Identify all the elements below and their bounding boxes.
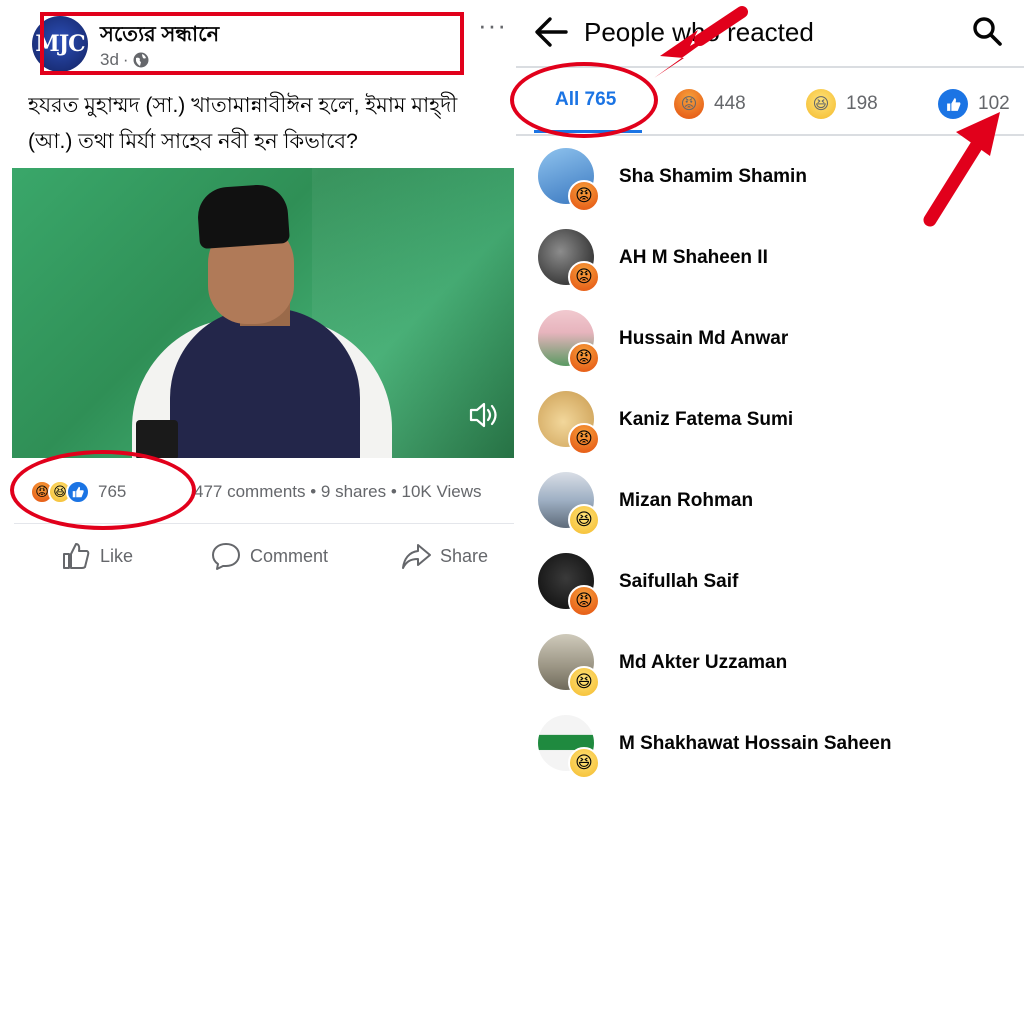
haha-icon: 😆	[568, 666, 600, 698]
divider	[516, 134, 1024, 136]
tab-haha[interactable]: 😆 198	[806, 89, 878, 119]
person-name[interactable]: M Shakhawat Hossain Saheen	[619, 733, 891, 755]
dialog-title: People who reacted	[584, 17, 814, 47]
person-name[interactable]: Mizan Rohman	[619, 490, 753, 512]
reactions-summary[interactable]: 😡 😆 765	[30, 480, 126, 504]
share-label: Share	[440, 545, 489, 566]
share-button[interactable]: Share	[400, 540, 488, 572]
meta-separator: ·	[122, 50, 129, 69]
video-player[interactable]	[12, 168, 514, 458]
post-stats[interactable]: 477 comments • 9 shares • 10K Views	[194, 482, 482, 502]
angry-icon: 😡	[568, 585, 600, 617]
more-options-button[interactable]: ···	[478, 10, 507, 41]
haha-icon: 😆	[568, 504, 600, 536]
list-item[interactable]: 😡 AH M Shaheen II	[516, 229, 1024, 293]
facebook-post: MJC সত্যের সন্ধানে 3d · ··· হযরত মুহাম্ম…	[0, 0, 520, 1024]
globe-icon	[133, 52, 149, 68]
angry-icon: 😡	[568, 261, 600, 293]
search-icon[interactable]	[972, 16, 1002, 46]
list-item[interactable]: 😆 M Shakhawat Hossain Saheen	[516, 715, 1024, 779]
thumbs-up-icon	[63, 543, 90, 569]
post-actions: Like Comment Share	[0, 540, 520, 576]
person-name[interactable]: Kaniz Fatema Sumi	[619, 409, 793, 431]
angry-icon: 😡	[568, 423, 600, 455]
page-avatar[interactable]: MJC	[32, 16, 88, 72]
comment-label: Comment	[250, 545, 329, 566]
haha-icon: 😆	[806, 89, 836, 119]
tab-angry-count: 448	[714, 93, 746, 114]
tab-angry[interactable]: 😡 448	[674, 89, 746, 119]
list-item[interactable]: 😆 Mizan Rohman	[516, 472, 1024, 536]
page-name[interactable]: সত্যের সন্ধানে	[100, 18, 219, 53]
reactions-dialog: People who reacted All 765 😡 448 😆 198 1…	[516, 0, 1024, 1024]
like-label: Like	[100, 545, 134, 566]
person-name[interactable]: Md Akter Uzzaman	[619, 652, 787, 674]
tab-haha-count: 198	[846, 93, 878, 114]
active-tab-indicator	[534, 130, 642, 133]
list-item[interactable]: 😡 Hussain Md Anwar	[516, 310, 1024, 374]
volume-icon[interactable]	[468, 400, 500, 430]
post-text: হযরত মুহাম্মদ (সা.) খাতামান্নাবীঈন হলে, …	[28, 88, 518, 160]
list-item[interactable]: 😆 Md Akter Uzzaman	[516, 634, 1024, 698]
tab-like[interactable]: 102	[938, 89, 1010, 119]
comment-button[interactable]: Comment	[210, 540, 328, 572]
post-meta: 3d ·	[100, 50, 149, 70]
tab-all[interactable]: All 765	[555, 89, 616, 111]
tab-all-label: All 765	[555, 89, 617, 110]
reaction-count: 765	[98, 482, 127, 501]
angry-icon: 😡	[674, 89, 704, 119]
like-button[interactable]: Like	[60, 540, 133, 572]
person-name[interactable]: Hussain Md Anwar	[619, 328, 788, 350]
list-item[interactable]: 😡 Sha Shamim Shamin	[516, 148, 1024, 212]
post-time: 3d	[100, 50, 119, 69]
like-icon	[66, 480, 90, 504]
person-name[interactable]: AH M Shaheen II	[619, 247, 768, 269]
back-arrow-icon[interactable]	[534, 16, 568, 48]
person-name[interactable]: Sha Shamim Shamin	[619, 166, 807, 188]
comment-icon	[212, 543, 240, 570]
video-person-cap	[196, 182, 290, 250]
like-icon	[938, 89, 968, 119]
angry-icon: 😡	[568, 342, 600, 374]
tab-like-count: 102	[978, 93, 1010, 114]
list-item[interactable]: 😡 Saifullah Saif	[516, 553, 1024, 617]
video-mug	[136, 420, 178, 458]
post-text-line: (আ.) তথা মির্যা সাহেব নবী হন কিভাবে?	[28, 130, 358, 153]
list-item[interactable]: 😡 Kaniz Fatema Sumi	[516, 391, 1024, 455]
reaction-tabs: All 765 😡 448 😆 198 102	[516, 68, 1024, 136]
person-name[interactable]: Saifullah Saif	[619, 571, 738, 593]
divider	[14, 523, 514, 524]
page-logo: MJC	[35, 31, 85, 57]
angry-icon: 😡	[568, 180, 600, 212]
share-icon	[402, 544, 431, 569]
haha-icon: 😆	[568, 747, 600, 779]
post-text-line: হযরত মুহাম্মদ (সা.) খাতামান্নাবীঈন হলে, …	[28, 94, 458, 117]
